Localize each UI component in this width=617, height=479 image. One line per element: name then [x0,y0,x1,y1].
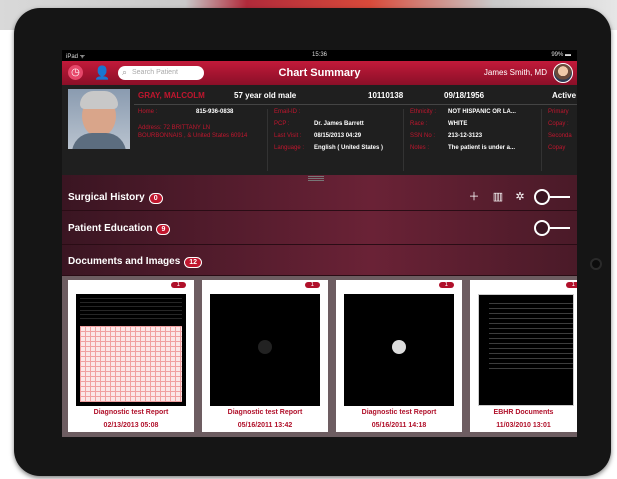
primary-label: Primary [548,109,569,115]
document-date: 02/13/2013 05:08 [103,422,159,429]
race-value: WHITE [448,121,468,127]
clock-time: 15:36 [311,52,327,58]
patient-dob: 09/18/1956 [444,91,485,100]
documents-strip: 1 Diagnostic test Report 02/13/2013 05:0… [62,276,577,437]
secondary-label: Seconda [548,133,572,139]
education-toggle[interactable] [534,220,570,236]
section-title: Surgical History 0 [68,192,163,204]
section-title: Patient Education 9 [68,223,171,235]
user-avatar[interactable] [553,63,573,83]
patient-address: Address: 72 BRITTANY LN BOURBONNAIS , & … [138,125,248,139]
user-name[interactable]: James Smith, MD [484,68,547,77]
ecg-thumbnail [76,294,186,406]
language-value: English ( United States ) [314,145,384,151]
document-card[interactable]: 1 Diagnostic test Report 02/13/2013 05:0… [68,280,194,432]
notes-label: Notes : [410,145,430,151]
home-label: Home : [138,109,158,115]
patient-id: 10110138 [368,91,404,100]
insurance-column: Primary Copay : Seconda Copay [544,109,577,171]
document-title: EBHR Documents [493,409,554,416]
page-count-badge: 1 [304,282,320,288]
document-title: Diagnostic test Report [93,409,169,416]
status-bar: iPad ᯤ 15:36 99% ▬ [62,50,577,61]
ssn-label: SSN No : [410,133,436,139]
ssn-value: 213-12-3123 [448,133,483,139]
patient-header: GRAY, MALCOLM 57 year old male 10110138 … [62,85,577,175]
count-badge: 9 [156,224,171,235]
divider [134,104,577,105]
demographics-column: Ethnicity : NOT HISPANIC OR LA... Race : W… [406,109,542,171]
notes-value[interactable]: The patient is under a... [448,145,515,151]
document-date: 05/16/2011 13:42 [237,422,293,429]
app-screen: iPad ᯤ 15:36 99% ▬ ◷ 👤 ⌕ Search Patient … [62,50,577,437]
page-count-badge: 1 [170,282,186,288]
section-title: Documents and Images 12 [68,256,203,268]
home-button[interactable] [590,258,602,270]
document-thumbnail [478,294,574,406]
document-card[interactable]: 1 EBHR Documents 11/03/2010 13:01 [470,280,577,432]
pcp-label: PCP : [274,121,290,127]
document-date: 11/03/2010 13:01 [496,422,551,429]
patient-education-section[interactable]: Patient Education 9 [62,211,577,245]
race-label: Race : [410,121,428,127]
document-date: 05/16/2011 14:18 [371,422,427,429]
home-phone: 815-936-0838 [196,109,234,115]
copay2-label: Copay [548,145,566,151]
patient-photo [68,89,130,149]
count-badge: 12 [184,257,203,268]
add-icon[interactable]: ＋ [467,190,481,204]
count-badge: 0 [148,193,163,204]
page-count-badge: 1 [438,282,454,288]
document-card[interactable]: 1 Diagnostic test Report 05/16/2011 14:1… [336,280,462,432]
last-visit-value: 08/15/2013 04:29 [314,133,362,139]
language-label: Language : [274,145,305,151]
last-visit-label: Last Visit : [274,133,302,139]
ethnicity-label: Ethnicity : [410,109,437,115]
settings-icon[interactable]: ✲ [513,190,527,204]
patient-age-gender: 57 year old male [234,91,297,100]
document-title: Diagnostic test Report [361,409,437,416]
nav-bar: ◷ 👤 ⌕ Search Patient Chart Summary James… [62,61,577,85]
ethnicity-value: NOT HISPANIC OR LA... [448,109,516,115]
ct-scan-thumbnail [210,294,320,406]
mri-thumbnail [344,294,454,406]
care-column: Email-ID : PCP : Dr. James Barrett Last V… [270,109,404,171]
page-count-badge: 1 [565,282,577,288]
surgical-toggle[interactable] [534,189,570,205]
email-label: Email-ID : [274,109,301,115]
document-card[interactable]: 1 Diagnostic test Report 05/16/2011 13:4… [202,280,328,432]
drag-handle-icon[interactable] [308,176,324,182]
pcp-value: Dr. James Barrett [314,121,364,127]
documents-section[interactable]: Documents and Images 12 [62,245,577,276]
delete-icon[interactable]: ▥ [491,190,505,204]
document-title: Diagnostic test Report [227,409,303,416]
patient-name: GRAY, MALCOLM [138,91,205,100]
patient-status: Active [552,91,577,100]
contact-column: Home : 815-936-0838 [134,109,268,171]
battery-indicator: 99% ▬ [551,52,571,58]
copay-label: Copay : [548,121,569,127]
